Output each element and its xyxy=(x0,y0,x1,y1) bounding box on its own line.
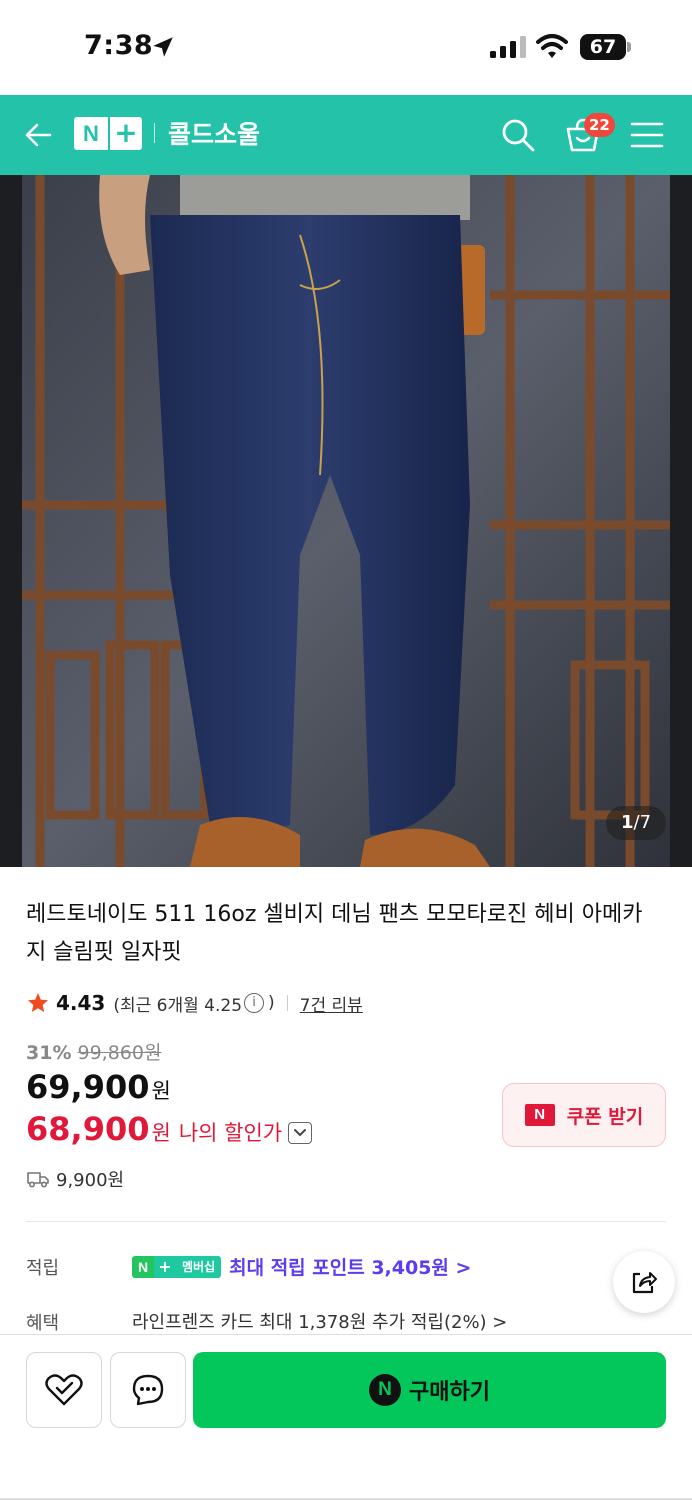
wifi-icon xyxy=(536,34,568,58)
original-price: 99,860원 xyxy=(77,1042,162,1064)
product-title: 레드토네이도 511 16oz 셀비지 데님 팬츠 모모타로진 헤비 아메카지 … xyxy=(26,902,643,965)
recent-rating-close: ) xyxy=(268,993,275,1013)
sale-price-value: 69,900 xyxy=(26,1068,150,1106)
recent-rating: (최근 6개월 4.25 xyxy=(113,995,243,1016)
store-name[interactable]: 콜드소울 xyxy=(168,115,260,151)
section-divider xyxy=(26,1221,666,1222)
image-counter: 1/7 xyxy=(606,806,666,840)
naver-pay-icon: N xyxy=(369,1374,402,1406)
wishlist-button[interactable] xyxy=(26,1352,102,1428)
search-icon[interactable] xyxy=(500,117,536,153)
chat-bubble-icon xyxy=(132,1374,164,1406)
rating-score: 4.43 xyxy=(56,991,106,1015)
menu-icon[interactable] xyxy=(630,120,664,150)
truck-icon xyxy=(27,1172,49,1188)
star-icon xyxy=(28,993,48,1012)
card-benefit-text[interactable]: 라인프렌즈 카드 최대 1,378원 추가 적립(2%) > xyxy=(132,1308,507,1334)
cellular-signal-icon xyxy=(490,36,526,58)
sale-price: 69,900 원 xyxy=(26,1068,171,1106)
share-button[interactable] xyxy=(613,1251,675,1313)
coupon-label: 쿠폰 받기 xyxy=(566,1105,644,1128)
my-price-unit: 원 xyxy=(151,1121,171,1145)
status-time: 7:38 xyxy=(84,30,154,61)
my-price-value: 68,900 xyxy=(26,1110,150,1148)
coupon-button[interactable]: N 쿠폰 받기 xyxy=(502,1083,666,1147)
benefit-label: 혜택 xyxy=(26,1313,60,1334)
app-header: N + 콜드소울 xyxy=(0,95,692,175)
heart-icon xyxy=(45,1374,83,1406)
battery-icon: 67 xyxy=(580,34,631,60)
back-arrow-icon[interactable] xyxy=(22,119,54,151)
review-link[interactable]: 7건 리뷰 xyxy=(300,991,363,1016)
info-icon[interactable]: i xyxy=(244,993,265,1013)
share-icon xyxy=(632,1272,657,1294)
status-bar: 7:38 67 xyxy=(0,0,692,95)
product-image[interactable] xyxy=(0,175,692,867)
discount-row: 31% 99,860원 xyxy=(26,1038,161,1065)
shipping-fee-value: 9,900원 xyxy=(56,1170,125,1191)
naver-plus-logo[interactable]: N + xyxy=(74,117,142,150)
rating-separator xyxy=(286,995,288,1011)
rating-row: 4.43 (최근 6개월 4.25 i ) 7건 리뷰 xyxy=(26,988,363,1018)
battery-level: 67 xyxy=(580,34,626,60)
buy-button[interactable]: N 구매하기 xyxy=(193,1352,666,1428)
header-divider xyxy=(154,123,155,143)
chevron-down-icon[interactable] xyxy=(288,1122,313,1144)
location-arrow-icon xyxy=(153,37,173,57)
points-label: 적립 xyxy=(26,1258,60,1279)
my-price-label[interactable]: 나의 할인가 xyxy=(179,1117,282,1147)
my-discount-price: 68,900 원 나의 할인가 xyxy=(26,1110,313,1148)
shipping-fee: 9,900원 xyxy=(26,1166,124,1192)
membership-points[interactable]: N + 멤버십 최대 적립 포인트 3,405원 > xyxy=(132,1253,471,1280)
naver-coupon-icon: N xyxy=(524,1104,555,1126)
sale-price-unit: 원 xyxy=(151,1079,171,1103)
max-points-text[interactable]: 최대 적립 포인트 3,405원 > xyxy=(229,1253,471,1280)
membership-badge: N + 멤버십 xyxy=(132,1255,222,1278)
talktalk-button[interactable] xyxy=(110,1352,186,1428)
buy-label: 구매하기 xyxy=(409,1380,490,1405)
discount-percent: 31% xyxy=(26,1042,72,1064)
cart-count-badge: 22 xyxy=(584,113,615,137)
